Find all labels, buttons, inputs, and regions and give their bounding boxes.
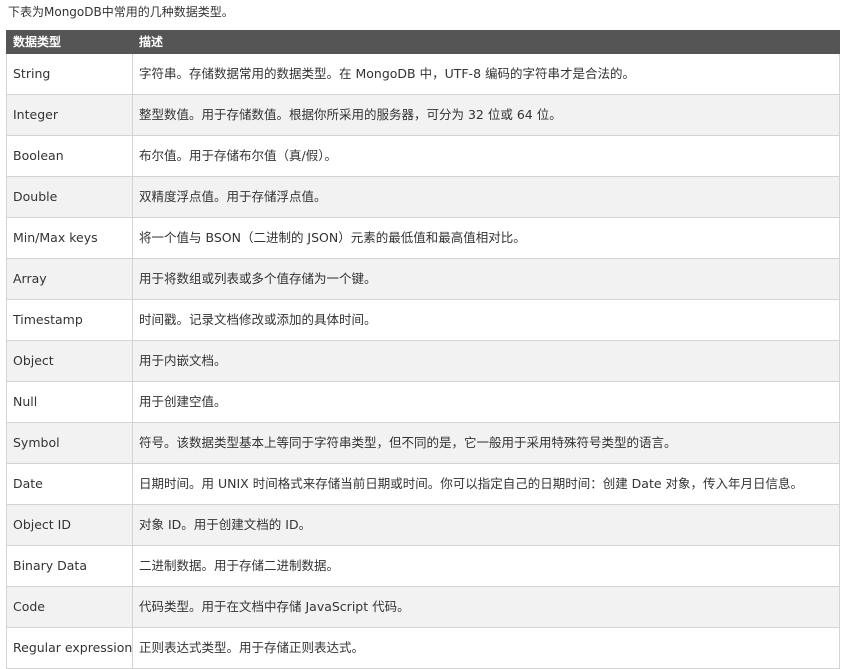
table-row: Code 代码类型。用于在文档中存储 JavaScript 代码。 [6,586,840,628]
cell-type: Binary Data [6,545,133,587]
table-row: Date 日期时间。用 UNIX 时间格式来存储当前日期或时间。你可以指定自己的… [6,463,840,505]
table-row: Binary Data 二进制数据。用于存储二进制数据。 [6,545,840,587]
cell-type: Regular expression [6,627,133,669]
cell-type: Array [6,258,133,300]
data-types-table: 数据类型 描述 String 字符串。存储数据常用的数据类型。在 MongoDB… [6,30,840,669]
table-row: Array 用于将数组或列表或多个值存储为一个键。 [6,258,840,300]
table-row: Object 用于内嵌文档。 [6,340,840,382]
cell-type: Boolean [6,135,133,177]
cell-type: Double [6,176,133,218]
table-row: Regular expression 正则表达式类型。用于存储正则表达式。 [6,627,840,669]
cell-description: 用于创建空值。 [132,381,840,423]
header-description: 描述 [132,30,840,54]
cell-description: 布尔值。用于存储布尔值（真/假）。 [132,135,840,177]
cell-type: Date [6,463,133,505]
cell-description: 用于内嵌文档。 [132,340,840,382]
data-types-table-container: 数据类型 描述 String 字符串。存储数据常用的数据类型。在 MongoDB… [6,30,840,669]
table-row: Integer 整型数值。用于存储数值。根据你所采用的服务器，可分为 32 位或… [6,94,840,136]
cell-type: Code [6,586,133,628]
cell-type: String [6,53,133,95]
cell-type: Integer [6,94,133,136]
table-row: Symbol 符号。该数据类型基本上等同于字符串类型，但不同的是，它一般用于采用… [6,422,840,464]
table-row: Boolean 布尔值。用于存储布尔值（真/假）。 [6,135,840,177]
intro-text: 下表为MongoDB中常用的几种数据类型。 [8,5,234,19]
cell-type: Object ID [6,504,133,546]
cell-description: 对象 ID。用于创建文档的 ID。 [132,504,840,546]
cell-type: Timestamp [6,299,133,341]
cell-type: Symbol [6,422,133,464]
cell-description: 时间戳。记录文档修改或添加的具体时间。 [132,299,840,341]
cell-type: Null [6,381,133,423]
header-data-type: 数据类型 [6,30,133,54]
table-row: String 字符串。存储数据常用的数据类型。在 MongoDB 中，UTF-8… [6,53,840,95]
cell-description: 符号。该数据类型基本上等同于字符串类型，但不同的是，它一般用于采用特殊符号类型的… [132,422,840,464]
table-row: Timestamp 时间戳。记录文档修改或添加的具体时间。 [6,299,840,341]
cell-description: 字符串。存储数据常用的数据类型。在 MongoDB 中，UTF-8 编码的字符串… [132,53,840,95]
cell-description: 用于将数组或列表或多个值存储为一个键。 [132,258,840,300]
cell-description: 将一个值与 BSON（二进制的 JSON）元素的最低值和最高值相对比。 [132,217,840,259]
cell-description: 日期时间。用 UNIX 时间格式来存储当前日期或时间。你可以指定自己的日期时间：… [132,463,840,505]
cell-description: 整型数值。用于存储数值。根据你所采用的服务器，可分为 32 位或 64 位。 [132,94,840,136]
table-row: Min/Max keys 将一个值与 BSON（二进制的 JSON）元素的最低值… [6,217,840,259]
cell-type: Min/Max keys [6,217,133,259]
table-row: Object ID 对象 ID。用于创建文档的 ID。 [6,504,840,546]
table-header-row: 数据类型 描述 [6,30,840,54]
cell-type: Object [6,340,133,382]
cell-description: 代码类型。用于在文档中存储 JavaScript 代码。 [132,586,840,628]
cell-description: 双精度浮点值。用于存储浮点值。 [132,176,840,218]
cell-description: 正则表达式类型。用于存储正则表达式。 [132,627,840,669]
table-row: Null 用于创建空值。 [6,381,840,423]
cell-description: 二进制数据。用于存储二进制数据。 [132,545,840,587]
table-row: Double 双精度浮点值。用于存储浮点值。 [6,176,840,218]
